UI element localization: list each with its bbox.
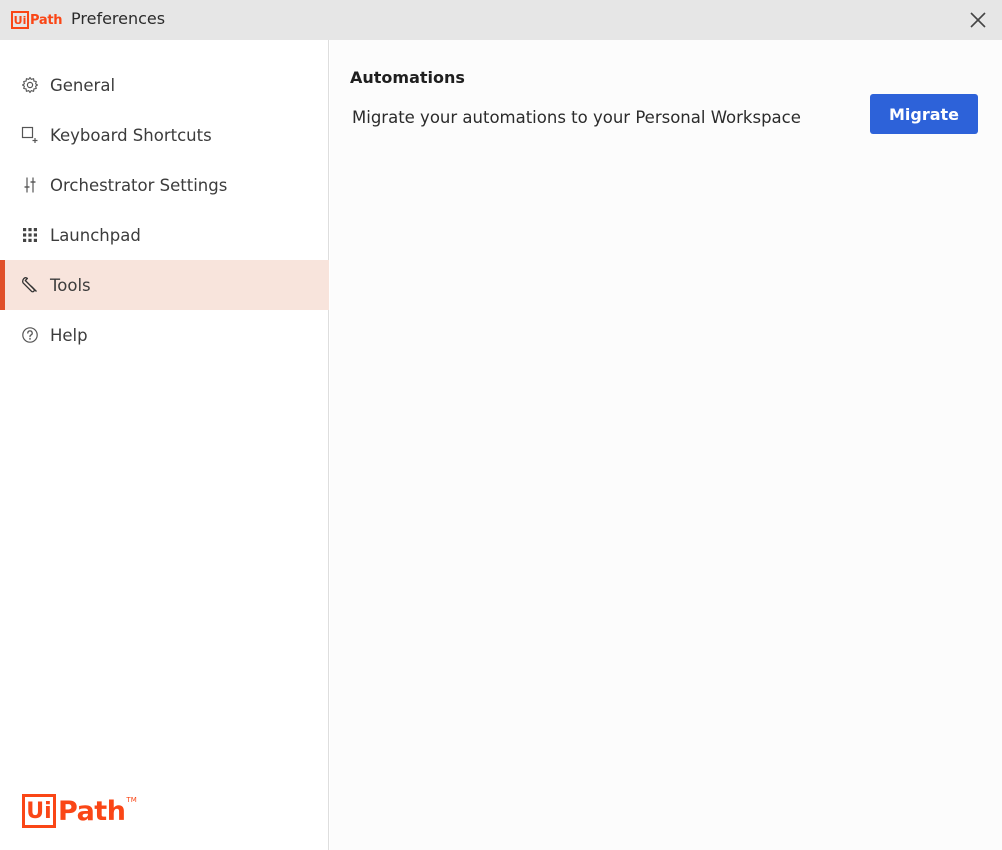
logo-box: Ui	[22, 794, 56, 828]
help-circle-icon	[21, 326, 39, 344]
footer-logo: Ui Path TM	[22, 794, 137, 828]
sidebar-item-orchestrator-settings[interactable]: Orchestrator Settings	[0, 160, 329, 210]
sidebar: General Keyboard Shortcuts Orchestrator …	[0, 40, 329, 850]
sidebar-item-label: Orchestrator Settings	[50, 175, 228, 195]
migrate-button[interactable]: Migrate	[870, 94, 978, 134]
section-title: Automations	[350, 68, 465, 87]
grid-icon	[21, 226, 39, 244]
migrate-description: Migrate your automations to your Persona…	[352, 108, 801, 127]
app-logo: Ui Path	[11, 10, 63, 30]
sidebar-item-label: Tools	[50, 275, 91, 295]
sidebar-item-keyboard-shortcuts[interactable]: Keyboard Shortcuts	[0, 110, 329, 160]
gear-icon	[21, 76, 39, 94]
sidebar-item-label: Keyboard Shortcuts	[50, 125, 212, 145]
window-title: Preferences	[71, 9, 166, 28]
wrench-icon	[21, 276, 39, 294]
trademark-mark: TM	[126, 796, 137, 804]
sliders-icon	[21, 176, 39, 194]
close-icon	[970, 12, 986, 28]
close-button[interactable]	[968, 10, 988, 30]
logo-box: Ui	[11, 11, 29, 29]
sidebar-item-label: Launchpad	[50, 225, 141, 245]
sidebar-item-label: Help	[50, 325, 88, 345]
main-panel: Automations Migrate your automations to …	[330, 40, 1002, 850]
logo-path: Path	[58, 795, 126, 827]
sidebar-item-label: General	[50, 75, 116, 95]
logo-path: Path	[30, 12, 63, 28]
sidebar-item-general[interactable]: General	[0, 60, 329, 110]
keyboard-shortcut-icon	[21, 126, 39, 144]
sidebar-item-launchpad[interactable]: Launchpad	[0, 210, 329, 260]
title-bar: Ui Path Preferences	[0, 0, 1002, 40]
sidebar-item-tools[interactable]: Tools	[0, 260, 329, 310]
sidebar-item-help[interactable]: Help	[0, 310, 329, 360]
